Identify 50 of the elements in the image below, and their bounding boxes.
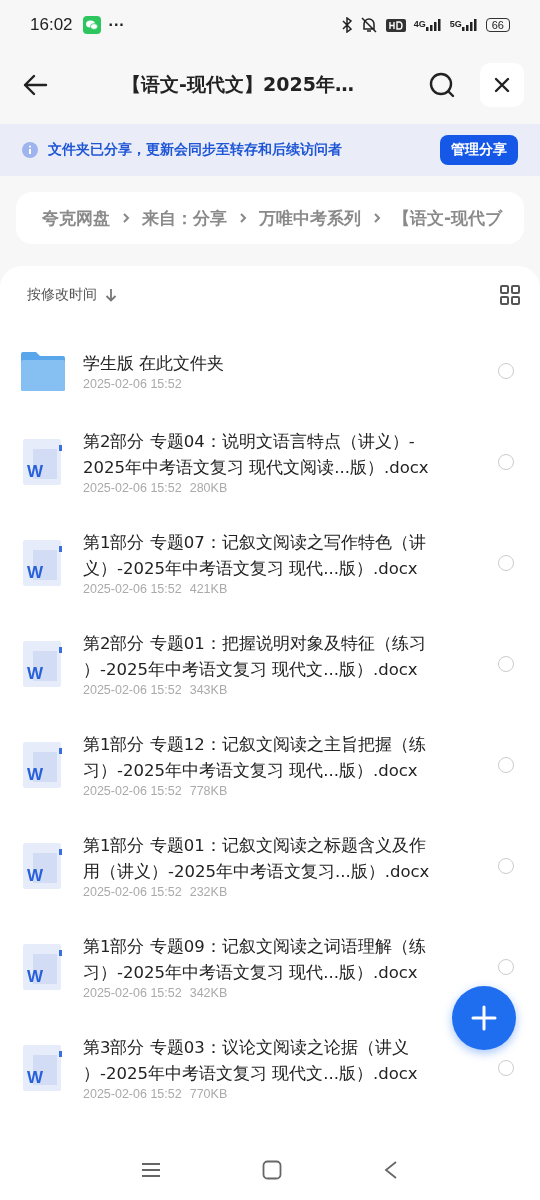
chat-app-icon xyxy=(82,16,101,34)
close-icon[interactable] xyxy=(494,77,510,93)
file-name[interactable]: 第3部分 专题03：议论文阅读之论据（讲义 ）-2025年中考语文复习 现代文...版）.docx xyxy=(83,1034,498,1087)
file-date: 2025-02-06 15:52 xyxy=(83,377,182,391)
file-name[interactable]: 学生版 在此文件夹 xyxy=(83,351,498,377)
plus-icon[interactable] xyxy=(471,1005,497,1031)
folder-icon xyxy=(21,351,65,391)
manage-share-button[interactable]: 管理分享 xyxy=(440,135,518,165)
file-name[interactable]: 第1部分 专题01：记叙文阅读之标题含义及作 用（讲义）-2025年中考语文复习...版）.docx xyxy=(83,832,498,885)
file-date: 2025-02-06 15:52 xyxy=(83,682,182,697)
file-size: 778KB xyxy=(189,783,228,798)
status-time: 16:02 xyxy=(30,15,73,35)
home-icon[interactable] xyxy=(262,1160,282,1180)
more-notifications: ··· xyxy=(108,16,125,34)
grid-view-icon[interactable] xyxy=(500,285,520,305)
file-date: 2025-02-06 15:52 xyxy=(83,480,182,495)
file-name[interactable]: 第2部分 专题04：说明文语言特点（讲义）- 2025年中考语文复习 现代文阅读...版）.docx xyxy=(83,428,498,481)
hd-badge xyxy=(385,18,406,32)
file-date: 2025-02-06 15:52 xyxy=(83,985,182,1000)
info-icon xyxy=(22,142,38,158)
page-title: 【语文-现代文】2025年… xyxy=(121,72,355,97)
file-size: 421KB xyxy=(189,581,228,596)
share-message: 文件夹已分享，更新会同步至转存和后续访问者 xyxy=(48,141,343,159)
file-name[interactable]: 第2部分 专题01：把握说明对象及特征（练习 ）-2025年中考语文复习 现代文...版）.docx xyxy=(83,630,498,683)
sort-button[interactable]: 按修改时间 xyxy=(27,286,97,304)
file-date: 2025-02-06 15:52 xyxy=(83,581,182,596)
file-date: 2025-02-06 15:52 xyxy=(83,884,182,899)
file-size: 280KB xyxy=(189,480,228,495)
signal-4g: 4G xyxy=(413,19,442,31)
bluetooth-icon xyxy=(341,17,352,33)
menu-icon[interactable] xyxy=(140,1162,161,1178)
file-date: 2025-02-06 15:52 xyxy=(83,1086,182,1101)
signal-5g: 5G xyxy=(449,19,478,31)
back-arrow-icon[interactable] xyxy=(22,74,48,96)
mute-bell-icon xyxy=(359,17,378,33)
battery-indicator: 66 xyxy=(485,18,510,32)
down-arrow-icon[interactable] xyxy=(105,288,117,302)
close-button[interactable] xyxy=(480,63,524,107)
file-size: 770KB xyxy=(189,1086,228,1101)
file-name[interactable]: 第1部分 专题12：记叙文阅读之主旨把握（练 习）-2025年中考语文复习 现代...版）.docx xyxy=(83,731,498,784)
chevron-right-icon xyxy=(239,212,247,224)
chevron-right-icon xyxy=(373,212,381,224)
file-size: 232KB xyxy=(189,884,228,899)
file-name[interactable]: 第1部分 专题09：记叙文阅读之词语理解（练 习）-2025年中考语文复习 现代...版）.docx xyxy=(83,933,498,986)
file-size: 342KB xyxy=(189,985,228,1000)
chevron-right-icon xyxy=(122,212,130,224)
file-size: 343KB xyxy=(189,682,228,697)
file-name[interactable]: 第1部分 专题07：记叙文阅读之写作特色（讲 义）-2025年中考语文复习 现代...版）.docx xyxy=(83,529,498,582)
file-date: 2025-02-06 15:52 xyxy=(83,783,182,798)
search-icon[interactable] xyxy=(428,71,456,99)
